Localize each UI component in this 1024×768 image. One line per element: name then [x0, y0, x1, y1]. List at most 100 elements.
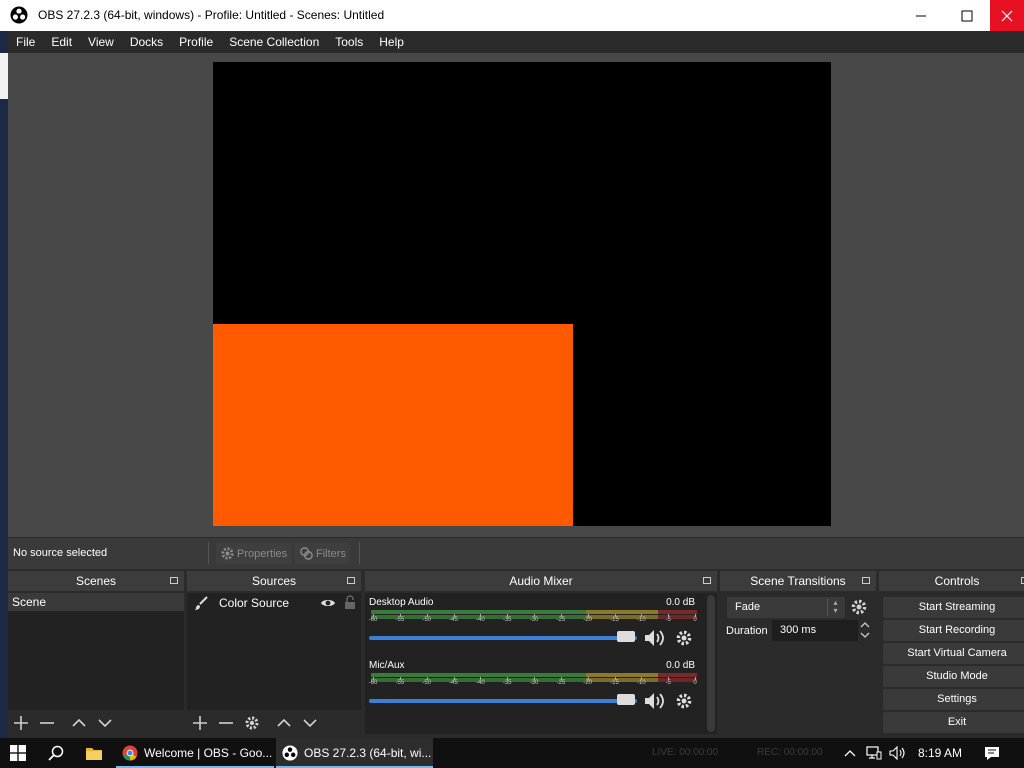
meter-tick-label: 0 [693, 617, 697, 623]
settings-button[interactable]: Settings [883, 689, 1024, 710]
exit-button[interactable]: Exit [883, 712, 1024, 733]
move-source-up-button[interactable] [275, 714, 293, 732]
controls-dock: Controls Start Streaming Start Recording… [879, 571, 1024, 736]
gear-icon[interactable] [675, 692, 693, 710]
menu-help[interactable]: Help [371, 31, 412, 53]
volume-button[interactable] [886, 738, 910, 768]
menu-file[interactable]: File [8, 31, 43, 53]
duration-spinner[interactable] [858, 620, 872, 641]
undock-icon[interactable] [347, 577, 355, 584]
file-explorer-button[interactable] [78, 738, 110, 768]
chevron-up-icon [844, 750, 856, 757]
controls-body: Start Streaming Start Recording Start Vi… [879, 593, 1024, 734]
move-scene-down-button[interactable] [96, 714, 114, 732]
start-virtual-camera-button[interactable]: Start Virtual Camera [883, 643, 1024, 664]
scene-transitions-body: Fade ▴ ▾ Duration 300 ms [720, 593, 876, 734]
mixer-scrollbar[interactable] [707, 595, 715, 732]
meter-tick-mark [695, 677, 696, 680]
menu-profile[interactable]: Profile [171, 31, 221, 53]
menu-tools[interactable]: Tools [327, 31, 371, 53]
meter-tick-label: -15 [610, 680, 619, 686]
chevron-up-icon [277, 718, 291, 727]
undock-icon[interactable] [862, 577, 870, 584]
duration-label: Duration [726, 625, 768, 637]
meter-tick-label: -50 [422, 680, 431, 686]
menu-edit[interactable]: Edit [43, 31, 80, 53]
scenes-dock-title: Scenes [75, 574, 117, 588]
channel-name: Desktop Audio [369, 597, 434, 608]
move-scene-up-button[interactable] [70, 714, 88, 732]
move-source-down-button[interactable] [301, 714, 319, 732]
color-source-render[interactable] [213, 324, 573, 526]
studio-mode-button[interactable]: Studio Mode [883, 666, 1024, 687]
meter-tick-label: -10 [636, 680, 646, 686]
eye-icon[interactable] [320, 596, 336, 610]
menu-view[interactable]: View [80, 31, 122, 53]
close-button[interactable] [990, 0, 1024, 31]
gear-icon [221, 547, 234, 560]
chevron-down-icon [303, 719, 317, 728]
meter-tick-mark [668, 677, 670, 680]
taskbar-chrome-label: Welcome | OBS - Goo... [144, 746, 273, 760]
meter-tick-mark [560, 614, 562, 617]
minimize-button[interactable] [898, 0, 944, 31]
meter-tick-label: -55 [395, 617, 405, 623]
volume-slider-handle[interactable] [617, 694, 635, 705]
notifications-button[interactable] [978, 738, 1006, 768]
maximize-button[interactable] [944, 0, 990, 31]
preview-area [8, 53, 1024, 537]
speaker-icon[interactable] [643, 628, 667, 648]
remove-source-button[interactable] [217, 714, 235, 732]
transition-select[interactable]: Fade ▴ ▾ [727, 597, 845, 618]
meter-tick-label: -20 [583, 680, 592, 686]
filters-button[interactable]: Filters [295, 543, 350, 564]
taskbar-obs-app[interactable]: OBS 27.2.3 (64-bit, wi... [276, 738, 433, 768]
maximize-icon [961, 10, 973, 21]
add-source-button[interactable] [191, 714, 209, 732]
scenes-list[interactable]: Scene [8, 593, 184, 710]
source-item[interactable]: Color Source [187, 593, 361, 613]
scene-item[interactable]: Scene [8, 593, 184, 611]
undock-icon[interactable] [703, 577, 711, 584]
meter-tick-mark [480, 614, 482, 617]
meter-tick-label: -60 [368, 617, 378, 623]
show-hidden-icons-button[interactable] [840, 738, 860, 768]
start-recording-button[interactable]: Start Recording [883, 620, 1024, 641]
volume-slider[interactable] [369, 636, 637, 640]
duration-input[interactable]: 300 ms [772, 620, 858, 641]
speaker-icon[interactable] [643, 691, 667, 711]
volume-slider[interactable] [369, 699, 637, 703]
sources-list[interactable]: Color Source [187, 593, 361, 710]
clock[interactable]: 8:19 AM [912, 738, 968, 768]
undock-icon[interactable] [170, 577, 178, 584]
gear-icon[interactable] [850, 598, 868, 616]
volume-slider-handle[interactable] [617, 631, 635, 642]
desktop-edge [0, 31, 8, 738]
obs-logo-icon [10, 6, 28, 24]
remove-scene-button[interactable] [38, 714, 56, 732]
start-button[interactable] [0, 738, 36, 768]
meter-tick-mark [480, 677, 482, 680]
add-scene-button[interactable] [12, 714, 30, 732]
source-properties-button[interactable] [243, 714, 261, 732]
meter-tick-label: -25 [556, 680, 566, 686]
properties-button[interactable]: Properties [216, 543, 292, 564]
transition-select-value: Fade [735, 601, 761, 613]
meter-tick-label: -30 [529, 617, 539, 623]
search-button[interactable] [40, 738, 72, 768]
unlocked-padlock-icon[interactable] [344, 595, 356, 610]
network-button[interactable] [863, 738, 885, 768]
dock-area: Scenes Scene Sources Color Source Audio … [8, 569, 1024, 738]
menu-bar: File Edit View Docks Profile Scene Colle… [8, 31, 1024, 53]
meter-tick-label: -5 [665, 680, 671, 686]
up-down-arrows-icon: ▴ ▾ [827, 599, 843, 616]
gear-icon[interactable] [675, 629, 693, 647]
meter-tick-label: -15 [610, 617, 619, 623]
taskbar-chrome-app[interactable]: Welcome | OBS - Goo... [116, 738, 274, 768]
preview-canvas[interactable] [213, 62, 831, 526]
channel-name: Mic/Aux [369, 660, 405, 671]
meter-tick-label: -5 [665, 617, 671, 623]
menu-scene-collection[interactable]: Scene Collection [221, 31, 327, 53]
menu-docks[interactable]: Docks [122, 31, 171, 53]
start-streaming-button[interactable]: Start Streaming [883, 597, 1024, 618]
